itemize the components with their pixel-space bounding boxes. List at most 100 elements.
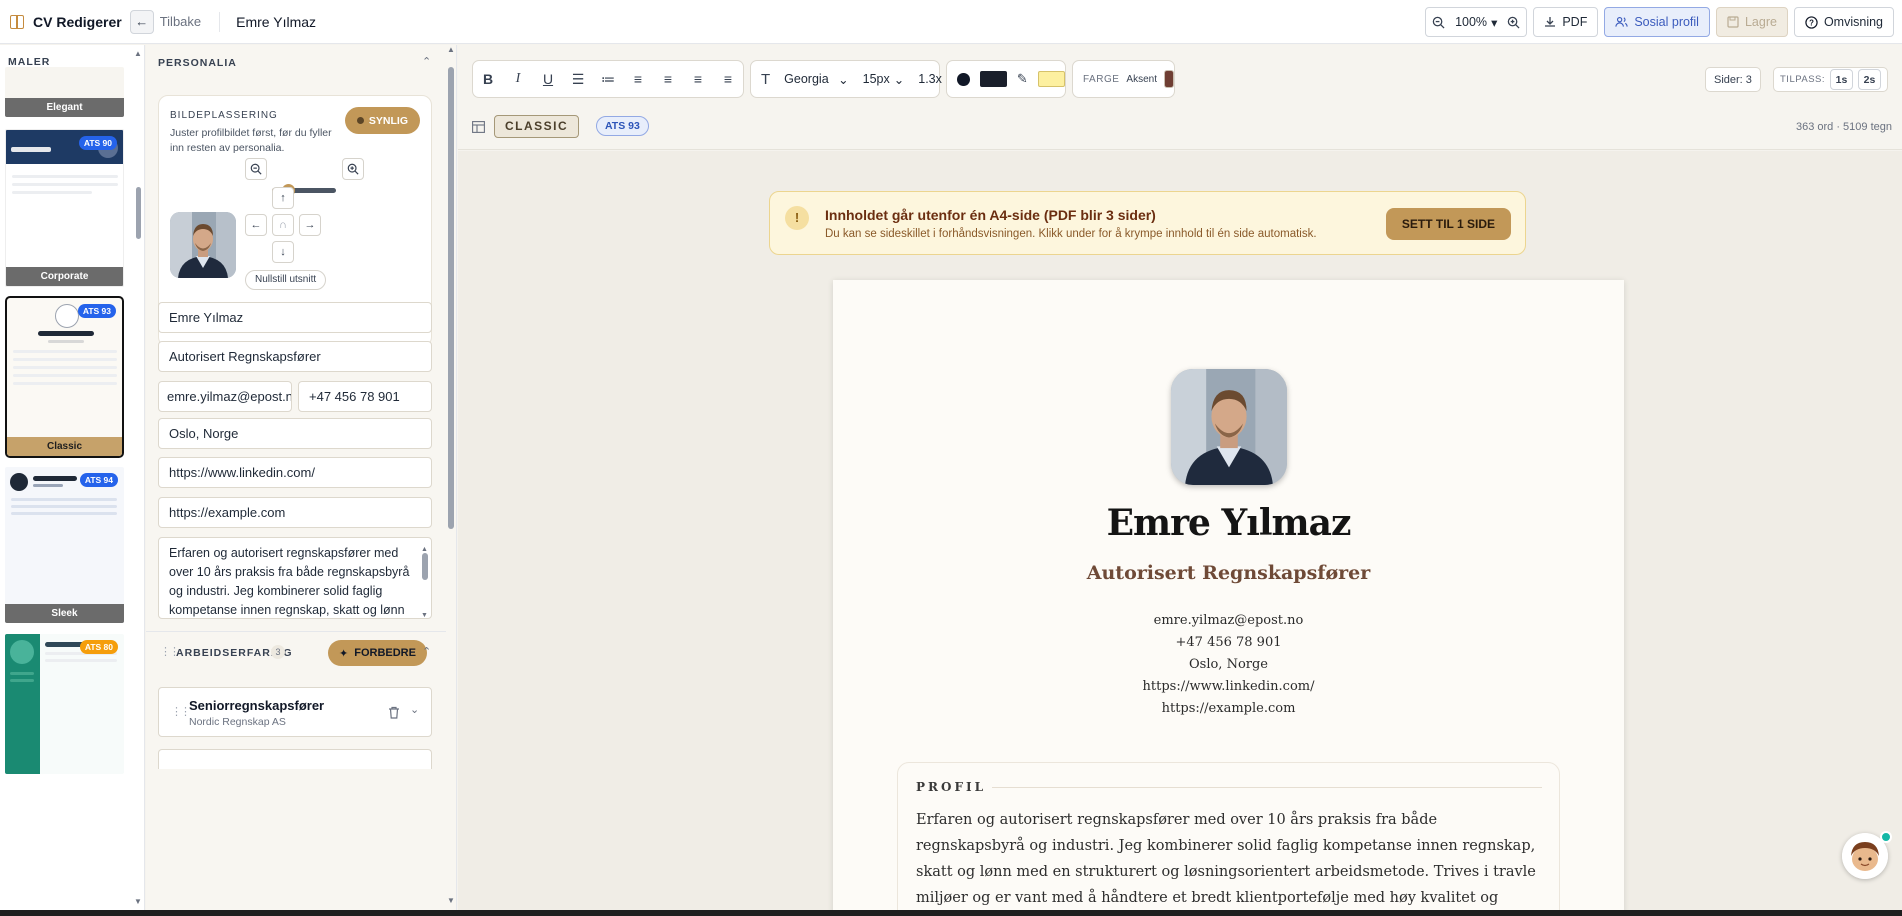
divider — [219, 11, 221, 32]
fit-1-page-button[interactable]: 1s — [1830, 69, 1854, 90]
warning-title: Innholdet går utenfor én A4-side (PDF bl… — [825, 207, 1156, 223]
fit-one-page-button[interactable]: SETT TIL 1 SIDE — [1385, 208, 1511, 240]
scroll-down-icon[interactable]: ▼ — [421, 606, 428, 618]
zoom-out-icon — [250, 163, 262, 175]
template-card-corporate[interactable]: ATS 90 Corporate — [5, 129, 124, 287]
profile-text: Erfaren og autorisert regnskapsfører med… — [916, 812, 1536, 906]
template-label: Sleek — [5, 604, 124, 623]
font-select[interactable]: Georgia ⌄ — [784, 72, 848, 87]
website-field[interactable]: https://example.com — [158, 497, 432, 528]
chevron-down-icon: ⌄ — [893, 72, 905, 87]
profile-photo-thumbnail — [170, 212, 236, 278]
template-card-sleek[interactable]: ATS 94 Sleek — [5, 467, 124, 623]
align-left-icon[interactable]: ≡ — [623, 71, 653, 87]
collapse-chevron-icon[interactable]: ⌃ — [422, 645, 431, 658]
highlighter-icon[interactable]: ✎ — [1017, 71, 1028, 87]
drag-handle-icon[interactable]: ⋮⋮ — [171, 705, 191, 718]
back-button[interactable]: ← — [129, 9, 154, 34]
job-card[interactable]: ⋮⋮ Seniorregnskapsfører Nordic Regnskap … — [158, 687, 432, 737]
reset-crop-button[interactable]: Nullstill utsnitt — [245, 270, 327, 290]
eye-icon — [356, 117, 364, 124]
bullet-list-icon[interactable]: ☰ — [563, 71, 593, 88]
back-label[interactable]: Tilbake — [160, 14, 201, 29]
text-format-group: B I U ☰ ≔ ≡ ≡ ≡ ≡ — [472, 60, 744, 98]
scroll-down-icon[interactable]: ▼ — [447, 896, 455, 905]
linkedin-field[interactable]: https://www.linkedin.com/ — [158, 457, 432, 488]
cv-name: Emre Yılmaz — [1106, 502, 1352, 544]
center-button[interactable]: ∩ — [272, 214, 294, 236]
summary-textarea[interactable]: Erfaren og autorisert regnskapsfører med… — [158, 537, 432, 619]
textarea-scrollbar[interactable]: ▲ ▼ — [421, 540, 429, 618]
accent-color-swatch[interactable] — [1163, 70, 1174, 88]
arrow-left-icon: ← — [135, 14, 149, 29]
overflow-warning: ! Innholdet går utenfor én A4-side (PDF … — [769, 191, 1526, 255]
font-icon: T — [761, 70, 771, 88]
arrow-right-icon: → — [304, 219, 316, 231]
scrollbar-thumb[interactable] — [448, 67, 454, 529]
zoom-in-photo-button[interactable] — [342, 158, 364, 180]
accent-group: FARGE Aksent — [1072, 60, 1175, 98]
expand-chevron-icon[interactable]: ⌄ — [410, 703, 419, 716]
online-status-indicator — [1880, 831, 1892, 843]
template-chip[interactable]: CLASSIC — [494, 115, 580, 138]
chevron-down-icon: ⌄ — [838, 72, 849, 87]
bold-icon[interactable]: B — [473, 71, 503, 87]
tour-button[interactable]: ? Omvisning — [1793, 7, 1894, 37]
scroll-up-icon[interactable]: ▲ — [134, 49, 142, 58]
name-field[interactable]: Emre Yılmaz — [158, 302, 432, 333]
scroll-up-icon[interactable]: ▲ — [447, 45, 455, 54]
underline-icon[interactable]: U — [533, 71, 563, 87]
svg-text:?: ? — [1809, 18, 1814, 27]
phone-field[interactable]: +47 456 78 901 — [298, 381, 432, 412]
templates-scrollbar[interactable]: ▲ ▼ — [134, 49, 142, 909]
save-button[interactable]: Lagre — [1715, 7, 1788, 37]
pages-indicator: Sider: 3 — [1705, 67, 1761, 92]
collapse-chevron-icon[interactable]: ⌃ — [422, 55, 431, 68]
color-label: FARGE — [1083, 73, 1120, 85]
social-profile-button[interactable]: Sosial profil — [1604, 7, 1710, 37]
scrollbar-thumb[interactable] — [422, 553, 428, 580]
text-color-icon[interactable] — [957, 72, 970, 86]
ats-badge: ATS 94 — [79, 473, 118, 487]
location-field[interactable]: Oslo, Norge — [158, 418, 432, 449]
improve-button[interactable]: ✦ FORBEDRE — [328, 640, 427, 666]
pdf-button[interactable]: PDF — [1533, 7, 1599, 37]
profile-heading: PROFIL — [916, 780, 987, 794]
photo-placement-title: BILDEPLASSERING — [170, 110, 278, 121]
align-center-icon[interactable]: ≡ — [653, 71, 683, 87]
cv-title: Autorisert Regnskapsfører — [1086, 562, 1371, 584]
visibility-toggle-button[interactable]: SYNLIG — [344, 107, 420, 134]
form-scrollbar[interactable]: ▲ ▼ — [445, 45, 456, 916]
template-card-classic[interactable]: ATS 93 Classic — [5, 296, 124, 458]
align-right-icon[interactable]: ≡ — [683, 71, 713, 87]
text-color-swatch[interactable] — [979, 71, 1007, 87]
highlight-color-swatch[interactable] — [1037, 71, 1065, 87]
move-left-button[interactable]: ← — [245, 214, 267, 236]
trash-icon[interactable] — [388, 706, 400, 719]
zoom-in-icon[interactable] — [1507, 16, 1520, 29]
move-up-button[interactable]: ↑ — [272, 187, 294, 209]
warning-description: Du kan se sideskillet i forhåndsvisninge… — [825, 228, 1317, 240]
size-select[interactable]: 15px ⌄ — [863, 72, 905, 87]
zoom-out-icon[interactable] — [1432, 16, 1445, 29]
title-field[interactable]: Autorisert Regnskapsfører — [158, 341, 432, 372]
zoom-out-photo-button[interactable] — [245, 158, 267, 180]
job-card[interactable] — [158, 749, 432, 769]
template-card-elegant[interactable]: Elegant — [5, 67, 124, 117]
template-card-teal[interactable]: ATS 80 — [5, 634, 124, 774]
email-field[interactable]: emre.yilmaz@epost.no — [158, 381, 292, 412]
color-group: ✎ — [946, 60, 1066, 98]
scrollbar-thumb[interactable] — [136, 187, 141, 239]
align-justify-icon[interactable]: ≡ — [713, 71, 743, 87]
fit-2-pages-button[interactable]: 2s — [1858, 69, 1882, 90]
italic-icon[interactable]: I — [503, 71, 533, 87]
zoom-select[interactable]: 100% ▾ — [1455, 15, 1497, 30]
move-right-button[interactable]: → — [299, 214, 321, 236]
scroll-down-icon[interactable]: ▼ — [134, 897, 142, 906]
layout-icon — [10, 14, 24, 29]
numbered-list-icon[interactable]: ≔ — [593, 71, 623, 88]
sparkle-icon: ✦ — [339, 647, 349, 660]
chevron-down-icon: ▾ — [1491, 15, 1498, 30]
cv-page: Emre Yılmaz Autorisert Regnskapsfører em… — [833, 280, 1624, 916]
move-down-button[interactable]: ↓ — [272, 241, 294, 263]
